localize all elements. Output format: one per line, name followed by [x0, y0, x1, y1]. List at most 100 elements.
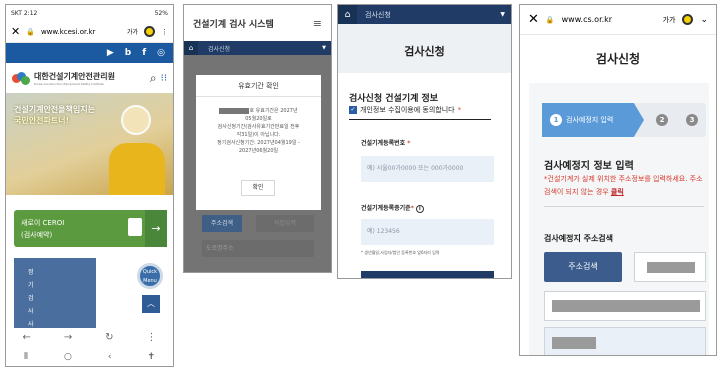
page-title: 검사신청 [404, 45, 445, 58]
road-address-field[interactable]: 도로명주소 [202, 240, 314, 257]
android-nav-bar: ⦀ ○ ‹ ✝ [6, 347, 173, 366]
url-text[interactable]: www.kcesi.or.kr [41, 28, 95, 36]
chevron-down-icon[interactable]: ▼ [500, 11, 511, 18]
app-title: 건설기계 검사 시스템 [193, 19, 274, 30]
instagram-icon[interactable]: ◎ [157, 48, 165, 58]
modal-title: 유효기간 확인 [196, 75, 321, 97]
scroll-top-button[interactable]: ︿ [142, 295, 160, 313]
address-search-button[interactable]: 주소검색 [202, 215, 242, 232]
modal-line2: 05월20일로 [245, 116, 272, 122]
phone-screenshot-kcesi: SKT 2:12 52% ✕ 🔒 www.kcesi.or.kr 가가 ⋮ ▶ … [5, 4, 174, 367]
address-search-button[interactable]: 주소검색 [544, 252, 622, 282]
modal-line3: 검사신청기간(검사유효기간만료일 전후 [217, 124, 300, 130]
breadcrumb[interactable]: 검사신청 [357, 10, 391, 20]
hamburger-menu-icon[interactable]: ≡ [313, 17, 322, 30]
section-title: 검사신청 건설기계 정보 [349, 94, 439, 104]
grid-menu-icon[interactable]: ⁝⁝ [161, 73, 167, 84]
confirm-button[interactable]: 확인 [241, 180, 275, 196]
step-3-number: 3 [686, 114, 698, 126]
address-search-label: 검사예정지 주소검색 [544, 234, 614, 243]
cta-line1: 새로이 CEROI [21, 219, 65, 227]
profile-icon[interactable] [144, 26, 155, 37]
refresh-icon[interactable]: ↻ [105, 332, 113, 343]
direct-input-button[interactable]: 직접입력 [256, 215, 314, 232]
required-marker: * [457, 106, 462, 114]
step-2-number: 2 [656, 114, 668, 126]
consent-label: 개인정보 수집이용에 동의합니다 [360, 106, 455, 114]
validity-check-screen: 건설기계 검사 시스템 ≡ ⌂ 검사신청 ▼ 주소검색 직접입력 도로명주소 유… [183, 4, 332, 273]
detail-address-field[interactable] [544, 327, 706, 355]
close-icon[interactable]: ✕ [11, 25, 20, 38]
info-icon[interactable]: i [415, 205, 424, 213]
search-icon[interactable]: ⌕ [150, 71, 157, 86]
step-indicator: 1 검사예정지 입력 2 3 [542, 103, 706, 137]
logo-name[interactable]: 대한건설기계안전관리원 [34, 71, 115, 82]
side-menu-tab[interactable]: 정기검사사 [14, 258, 96, 330]
hero-banner: 건설기계안전을책임지는 국민안전파트너! [6, 93, 173, 195]
breadcrumb-bar: ⌂ 검사신청 ▼ [338, 5, 511, 24]
divider [544, 206, 704, 207]
consent-checkbox[interactable]: ✓ 개인정보 수집이용에 동의합니다 * [349, 105, 461, 115]
required-marker: * [407, 140, 411, 147]
back-icon[interactable]: ‹ [108, 352, 112, 362]
overflow-menu-icon[interactable]: ⋮ [147, 332, 157, 343]
lock-icon: 🔒 [26, 27, 35, 36]
home-icon[interactable]: ○ [64, 352, 72, 362]
redacted-number [219, 107, 250, 114]
inspection-apply-screen: ⌂ 검사신청 ▼ 검사신청 검사신청 건설기계 정보 ✓ 개인정보 수집이용에 … [337, 4, 512, 279]
reg-number-label: 건설기계등록번호 * [361, 138, 410, 147]
more-icon[interactable]: ⋮ [161, 28, 168, 36]
reservation-cta-button[interactable]: 새로이 CEROI (검사예약) → [14, 210, 167, 247]
reg-number-input[interactable]: 예) 서울00가0000 또는 000가0000 [361, 156, 494, 182]
close-icon[interactable]: ✕ [528, 12, 539, 27]
logo-icon[interactable] [12, 71, 30, 85]
status-right: 52% [154, 9, 168, 17]
social-links-bar: ▶ b f ◎ [6, 43, 173, 63]
accessibility-icon[interactable]: ✝ [147, 352, 155, 362]
recents-icon[interactable]: ⦀ [24, 352, 28, 362]
id-label-text: 건설기계등록증기준 [361, 205, 411, 212]
side-menu-label: 정기검사사 [28, 269, 34, 328]
arrow-right-icon[interactable]: → [145, 210, 167, 247]
click-here-link[interactable]: 클릭 [611, 188, 624, 196]
home-icon[interactable]: ⌂ [184, 41, 198, 55]
status-bar: SKT 2:12 52% [6, 5, 173, 21]
postal-code-field[interactable] [634, 252, 706, 282]
submit-bar[interactable] [361, 271, 494, 278]
lock-icon: 🔒 [545, 15, 555, 24]
translate-button[interactable]: 가가 [127, 27, 138, 36]
redacted-value [552, 300, 700, 312]
youtube-icon[interactable]: ▶ [107, 48, 114, 58]
step-1-number: 1 [550, 114, 562, 126]
forward-arrow-icon[interactable]: → [64, 332, 72, 343]
home-icon[interactable]: ⌂ [338, 5, 357, 24]
chevron-down-icon[interactable]: ⌄ [700, 15, 708, 25]
reg-number-label-text: 건설기계등록번호 [361, 140, 406, 147]
browser-url-bar[interactable]: ✕ 🔒 www.cs.or.kr 가가 ⌄ [520, 5, 716, 35]
id-label: 건설기계등록증기준* i [361, 203, 424, 213]
url-text[interactable]: www.cs.or.kr [562, 15, 612, 24]
address-field[interactable] [544, 291, 706, 321]
redacted-value [552, 337, 596, 349]
modal-line4: 각31일)이 아닙니다. [236, 132, 281, 138]
profile-icon[interactable] [682, 14, 694, 25]
modal-message: 호 유효기간은 2027년 05월20일로 검사신청기간(검사유효기간만료일 전… [196, 97, 321, 155]
hero-line2: 국민안전파트너! [14, 116, 70, 125]
browser-url-bar[interactable]: ✕ 🔒 www.kcesi.or.kr 가가 ⋮ [6, 21, 173, 43]
site-header: 대한건설기계안전관리원 Korea Construction Equipment… [6, 63, 173, 93]
back-arrow-icon[interactable]: ← [22, 332, 30, 343]
quick-menu-button[interactable]: Quick Menu [137, 263, 163, 289]
document-icon [128, 218, 142, 236]
app-header: 건설기계 검사 시스템 ≡ [184, 5, 331, 41]
step-1-active: 1 검사예정지 입력 [542, 103, 644, 137]
id-input[interactable]: 예) 123456 [361, 219, 494, 245]
blog-icon[interactable]: b [125, 48, 131, 58]
chevron-down-icon[interactable]: ▼ [322, 45, 331, 51]
breadcrumb[interactable]: 검사신청 [198, 44, 230, 53]
checkbox-checked-icon[interactable]: ✓ [349, 106, 357, 114]
divider [349, 119, 491, 120]
worker-helmet [121, 105, 151, 135]
facebook-icon[interactable]: f [142, 48, 146, 58]
validity-modal: 유효기간 확인 호 유효기간은 2027년 05월20일로 검사신청기간(검사유… [196, 75, 321, 210]
translate-button[interactable]: 가가 [663, 15, 676, 25]
